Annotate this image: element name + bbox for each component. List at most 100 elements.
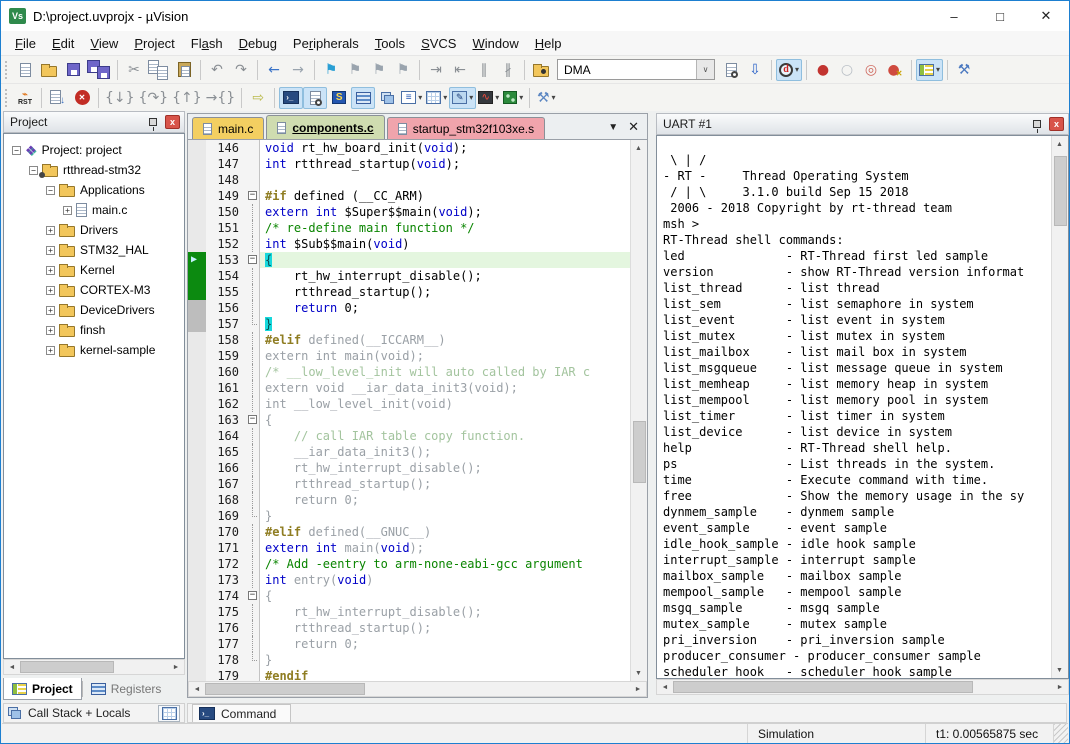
scroll-up-icon[interactable]: ▲ xyxy=(1052,136,1067,152)
reset-button[interactable]: ⌁RST xyxy=(13,87,37,109)
command-tab[interactable]: ›_ Command xyxy=(192,704,291,722)
call-stack-bar[interactable]: Call Stack + Locals xyxy=(3,703,185,723)
editor-tab-components-c[interactable]: components.c xyxy=(266,115,384,139)
redo-button[interactable]: ↷ xyxy=(229,59,253,81)
disassembly-window-button[interactable] xyxy=(303,87,327,109)
step-out-button[interactable]: {↑} xyxy=(170,87,204,109)
panel-tab-registers[interactable]: Registers xyxy=(83,678,170,700)
combobox-dropdown-icon[interactable]: ∨ xyxy=(696,60,714,79)
scroll-left-icon[interactable]: ◄ xyxy=(657,680,673,694)
find-button[interactable] xyxy=(719,59,743,81)
tree-expander[interactable]: + xyxy=(63,206,72,215)
show-next-statement-button[interactable]: ⇨ xyxy=(246,87,270,109)
fold-marker[interactable]: − xyxy=(246,252,260,268)
uart-panel-close-icon[interactable]: x xyxy=(1049,117,1064,131)
project-horizontal-scrollbar[interactable]: ◄ ► xyxy=(3,659,185,675)
panel-tab-project[interactable]: Project xyxy=(3,678,82,700)
navigate-back-button[interactable]: ← xyxy=(262,59,286,81)
navigate-forward-button[interactable]: → xyxy=(286,59,310,81)
previous-bookmark-button[interactable]: ⚑ xyxy=(343,59,367,81)
find-in-files-button[interactable] xyxy=(529,59,553,81)
tree-expander[interactable]: + xyxy=(46,326,55,335)
uncomment-button[interactable]: ∦ xyxy=(496,59,520,81)
menu-item-project[interactable]: Project xyxy=(126,34,182,53)
scrollbar-thumb[interactable] xyxy=(20,661,114,673)
clear-bookmarks-button[interactable]: ⚑ xyxy=(391,59,415,81)
unindent-button[interactable]: ⇤ xyxy=(448,59,472,81)
tree-expander[interactable]: + xyxy=(46,246,55,255)
menu-item-debug[interactable]: Debug xyxy=(231,34,285,53)
code-area[interactable]: 146void rt_hw_board_init(void);147int rt… xyxy=(188,140,647,681)
uart-horizontal-scrollbar[interactable]: ◄ ► xyxy=(656,679,1069,695)
tree-item-rtthread-stm32[interactable]: −rtthread-stm32 xyxy=(4,160,184,180)
scroll-right-icon[interactable]: ► xyxy=(168,660,184,674)
project-panel-close-icon[interactable]: x xyxy=(165,115,180,129)
scroll-left-icon[interactable]: ◄ xyxy=(4,660,20,674)
tree-expander[interactable]: + xyxy=(46,306,55,315)
editor-close-icon[interactable]: ✕ xyxy=(628,119,639,135)
tree-item-kernel-sample[interactable]: +kernel-sample xyxy=(4,340,184,360)
tree-item-cortex-m3[interactable]: +CORTEX-M3 xyxy=(4,280,184,300)
editor-vertical-scrollbar[interactable]: ▲ ▼ xyxy=(630,140,647,681)
cut-button[interactable]: ✂ xyxy=(122,59,146,81)
minimize-button[interactable]: – xyxy=(931,1,977,31)
symbols-window-button[interactable]: S xyxy=(327,87,351,109)
tree-item-project-project[interactable]: −❖Project: project xyxy=(4,140,184,160)
fold-marker[interactable]: − xyxy=(246,412,260,428)
project-tree[interactable]: −❖Project: project−rtthread-stm32−Applic… xyxy=(3,133,185,659)
scroll-down-icon[interactable]: ▼ xyxy=(631,665,646,681)
scroll-right-icon[interactable]: ► xyxy=(630,682,646,696)
tree-item-kernel[interactable]: +Kernel xyxy=(4,260,184,280)
insert-breakpoint-button[interactable]: ● xyxy=(811,59,835,81)
tree-expander[interactable]: + xyxy=(46,266,55,275)
memory-window-button[interactable] xyxy=(158,705,180,722)
comment-button[interactable]: ∥ xyxy=(472,59,496,81)
pin-icon[interactable] xyxy=(1033,120,1041,128)
uart-vertical-scrollbar[interactable]: ▲ ▼ xyxy=(1051,136,1068,678)
save-all-button[interactable] xyxy=(85,59,113,81)
fold-marker[interactable]: − xyxy=(246,588,260,604)
copy-button[interactable] xyxy=(146,59,172,81)
analysis-windows-button[interactable]: ∿▾ xyxy=(476,87,501,109)
indent-button[interactable]: ⇥ xyxy=(424,59,448,81)
tree-expander[interactable]: + xyxy=(46,286,55,295)
toolbox-button[interactable]: ⚒▾ xyxy=(534,87,558,109)
maximize-button[interactable]: □ xyxy=(977,1,1023,31)
tree-item-applications[interactable]: −Applications xyxy=(4,180,184,200)
search-combobox[interactable]: DMA∨ xyxy=(557,59,715,80)
new-file-button[interactable] xyxy=(13,59,37,81)
run-button[interactable]: ↓ xyxy=(46,87,70,109)
scroll-left-icon[interactable]: ◄ xyxy=(189,682,205,696)
tree-expander[interactable]: − xyxy=(46,186,55,195)
tree-item-main-c[interactable]: +main.c xyxy=(4,200,184,220)
run-to-cursor-button[interactable]: →{} xyxy=(204,87,238,109)
scrollbar-thumb[interactable] xyxy=(673,681,973,693)
scrollbar-thumb[interactable] xyxy=(633,421,646,483)
resize-grip[interactable] xyxy=(1054,724,1068,743)
next-bookmark-button[interactable]: ⚑ xyxy=(367,59,391,81)
menu-item-file[interactable]: File xyxy=(7,34,44,53)
window-layout-button[interactable]: ▾ xyxy=(916,59,943,81)
start-stop-debug-button[interactable]: d▾ xyxy=(776,59,802,81)
uart-terminal[interactable]: \ | /- RT - Thread Operating System / | … xyxy=(656,135,1069,679)
save-button[interactable] xyxy=(61,59,85,81)
watch-windows-button[interactable]: ≡▾ xyxy=(399,87,424,109)
menu-item-svcs[interactable]: SVCS xyxy=(413,34,464,53)
command-window-button[interactable]: ›_ xyxy=(279,87,303,109)
menu-item-peripherals[interactable]: Peripherals xyxy=(285,34,367,53)
insert-bookmark-button[interactable]: ⚑ xyxy=(319,59,343,81)
scrollbar-thumb[interactable] xyxy=(1054,156,1067,226)
step-button[interactable]: {↓} xyxy=(103,87,137,109)
step-over-button[interactable]: {↷} xyxy=(137,87,171,109)
scrollbar-thumb[interactable] xyxy=(205,683,365,695)
menu-item-view[interactable]: View xyxy=(82,34,126,53)
scroll-right-icon[interactable]: ► xyxy=(1052,680,1068,694)
stop-button[interactable]: ✕ xyxy=(70,87,94,109)
menu-item-help[interactable]: Help xyxy=(527,34,570,53)
kill-all-breakpoints-button[interactable]: ●✕ xyxy=(883,59,907,81)
paste-button[interactable] xyxy=(172,59,196,81)
tree-item-finsh[interactable]: +finsh xyxy=(4,320,184,340)
tree-item-stm32-hal[interactable]: +STM32_HAL xyxy=(4,240,184,260)
registers-window-button[interactable] xyxy=(351,87,375,109)
fold-marker[interactable]: − xyxy=(246,188,260,204)
